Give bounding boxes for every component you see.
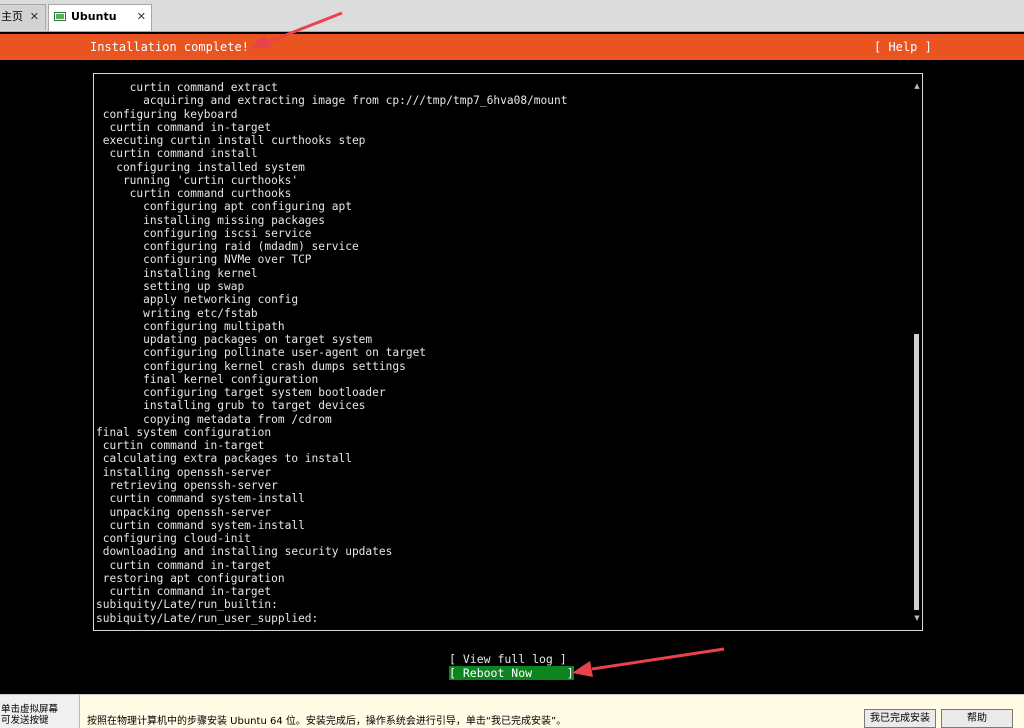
vmware-hint-bar: 单击虚拟屏幕 可发送按键 按照在物理计算机中的步骤安装 Ubuntu 64 位。… <box>0 694 1024 728</box>
log-line: configuring target system bootloader <box>96 386 386 400</box>
log-line: updating packages on target system <box>96 333 373 347</box>
log-line: configuring keyboard <box>96 107 238 121</box>
log-line: configuring pollinate user-agent on targ… <box>96 346 427 360</box>
log-line: curtin command in-target <box>96 439 265 453</box>
tab-home[interactable]: 主页 ✕ <box>0 4 46 30</box>
log-line: installing missing packages <box>96 213 326 227</box>
log-line: configuring raid (mdadm) service <box>96 240 359 254</box>
log-line: configuring iscsi service <box>96 226 312 240</box>
log-line: configuring apt configuring apt <box>96 200 352 214</box>
log-line: restoring apt configuration <box>96 571 285 585</box>
install-log-text: curtin command extract acquiring and ext… <box>96 81 567 625</box>
scroll-down-icon[interactable]: ▼ <box>913 614 921 622</box>
log-line: executing curtin install curthooks step <box>96 134 366 148</box>
log-line: unpacking openssh-server <box>96 505 272 519</box>
log-line: final system configuration <box>96 425 272 439</box>
log-line: installing grub to target devices <box>96 399 366 413</box>
log-line: subiquity/Late/run_user_supplied: <box>96 611 319 625</box>
reboot-now-button[interactable]: [ Reboot Now ] <box>449 666 574 680</box>
tab-home-label: 主页 <box>1 10 23 23</box>
log-line: running 'curtin curthooks' <box>96 173 299 187</box>
vmware-tab-strip: 主页 ✕ Ubuntu 26.04 ✕ <box>0 0 1024 47</box>
send-keys-hint-line1: 单击虚拟屏幕 <box>1 704 59 715</box>
vmware-help-button[interactable]: 帮助 <box>941 709 1013 728</box>
log-line: curtin command system-install <box>96 492 305 506</box>
view-full-log-button[interactable]: [ View full log ] <box>449 652 567 666</box>
log-line: configuring multipath <box>96 319 285 333</box>
log-line: copying metadata from /cdrom <box>96 412 332 426</box>
help-button[interactable]: [ Help ] <box>874 40 932 54</box>
log-line: acquiring and extracting image from cp:/… <box>96 94 568 108</box>
log-line: writing etc/fstab <box>96 306 258 320</box>
log-line: curtin command system-install <box>96 518 305 532</box>
scrollbar-thumb[interactable] <box>914 334 919 610</box>
log-line: subiquity/Late/run_builtin: <box>96 598 278 612</box>
log-line: curtin command extract <box>96 81 278 94</box>
log-line: apply networking config <box>96 293 299 307</box>
log-line: final kernel configuration <box>96 372 319 386</box>
send-keys-hint-line2: 可发送按键 <box>1 715 49 726</box>
log-line: installing kernel <box>96 266 258 280</box>
log-line: retrieving openssh-server <box>96 478 278 492</box>
installation-done-button[interactable]: 我已完成安装 <box>864 709 936 728</box>
close-icon[interactable]: ✕ <box>137 5 146 29</box>
log-line: configuring NVMe over TCP <box>96 253 312 267</box>
log-line: curtin command in-target <box>96 558 272 572</box>
log-line: calculating extra packages to install <box>96 452 352 466</box>
virtual-machine-icon <box>54 12 66 21</box>
page-title: Installation complete! <box>90 40 249 54</box>
log-line: curtin command curthooks <box>96 187 292 201</box>
install-log-panel[interactable]: curtin command extract acquiring and ext… <box>93 73 923 631</box>
close-icon[interactable]: ✕ <box>30 5 39 29</box>
tab-ubuntu-vm[interactable]: Ubuntu 26.04 ✕ <box>48 4 152 47</box>
log-line: configuring installed system <box>96 160 305 174</box>
install-instructions-text: 按照在物理计算机中的步骤安装 Ubuntu 64 位。安装完成后，操作系统会进行… <box>87 716 567 727</box>
scroll-up-icon[interactable]: ▲ <box>913 82 921 90</box>
installer-header: Installation complete! [ Help ] <box>0 34 1024 60</box>
log-line: setting up swap <box>96 279 245 293</box>
arrow-to-reboot-icon <box>572 647 725 677</box>
log-line: installing openssh-server <box>96 465 272 479</box>
log-line: curtin command in-target <box>96 585 272 599</box>
log-line: curtin command install <box>96 147 258 161</box>
log-line: configuring kernel crash dumps settings <box>96 359 406 373</box>
log-line: downloading and installing security upda… <box>96 545 393 559</box>
log-line: configuring cloud-init <box>96 532 251 546</box>
send-keys-hint[interactable]: 单击虚拟屏幕 可发送按键 <box>0 695 80 728</box>
log-line: curtin command in-target <box>96 120 272 134</box>
